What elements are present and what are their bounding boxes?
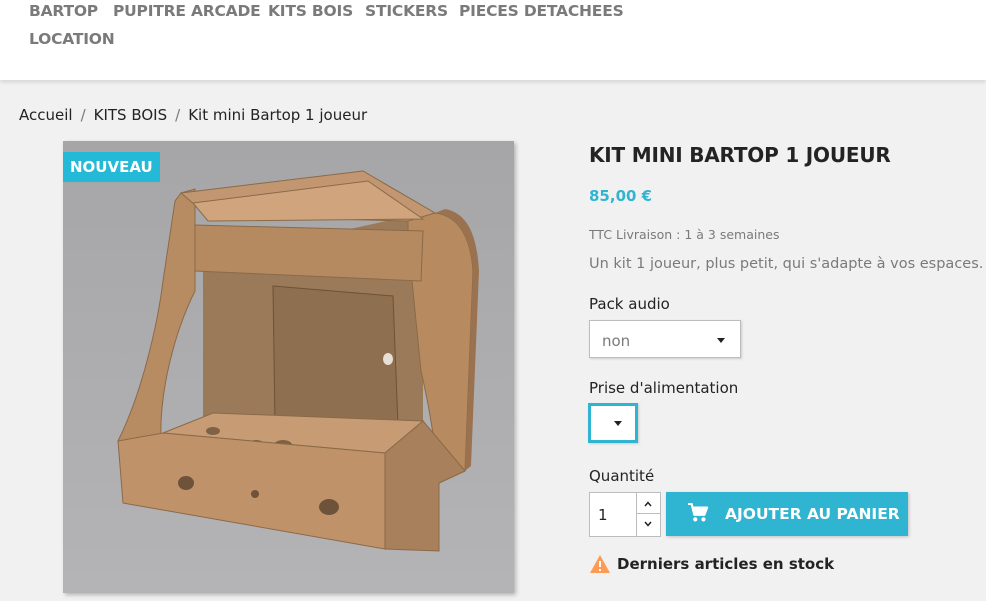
add-to-cart-label: AJOUTER AU PANIER <box>725 505 900 523</box>
product-summary: Un kit 1 joueur, plus petit, qui s'adapt… <box>589 256 984 272</box>
menu-item-stickers[interactable]: STICKERS <box>365 2 448 20</box>
menu-item-pieces-detachees[interactable]: PIECES DETACHEES <box>459 2 624 20</box>
breadcrumb: Accueil / KITS BOIS / Kit mini Bartop 1 joue… <box>19 106 367 124</box>
chevron-up-icon <box>644 501 652 507</box>
breadcrumb-current: Kit mini Bartop 1 joueur <box>188 106 368 124</box>
stock-message: Derniers articles en stock <box>617 555 835 573</box>
product-price: 85,00 € <box>589 187 653 205</box>
arcade-cabinet-kit-image <box>63 141 514 593</box>
power-plug-select[interactable] <box>588 403 638 443</box>
menu-item-bartop[interactable]: BARTOP <box>29 2 98 20</box>
menu-item-kits-bois[interactable]: KITS BOIS <box>268 2 353 20</box>
chevron-down-icon <box>644 521 652 527</box>
breadcrumb-category-link[interactable]: KITS BOIS <box>94 106 168 124</box>
quantity-input[interactable]: 1 <box>598 506 608 524</box>
tax-delivery-info: TTC Livraison : 1 à 3 semaines <box>589 227 780 242</box>
audio-pack-value: non <box>602 332 631 350</box>
power-plug-label: Prise d'alimentation <box>589 379 739 397</box>
breadcrumb-separator: / <box>80 106 86 124</box>
quantity-increase-button[interactable] <box>637 493 660 514</box>
warning-icon <box>590 555 610 573</box>
add-to-cart-button[interactable]: AJOUTER AU PANIER <box>666 492 908 536</box>
product-title: KIT MINI BARTOP 1 JOUEUR <box>589 143 891 167</box>
audio-pack-label: Pack audio <box>589 295 670 313</box>
product-image[interactable] <box>63 141 514 593</box>
new-badge: NOUVEAU <box>63 152 160 182</box>
quantity-decrease-button[interactable] <box>637 514 660 535</box>
audio-pack-select[interactable]: non <box>589 320 741 358</box>
quantity-stepper: 1 <box>589 492 661 537</box>
shopping-cart-icon <box>688 503 709 522</box>
breadcrumb-separator: / <box>175 106 181 124</box>
caret-down-icon <box>614 421 622 426</box>
breadcrumb-home-link[interactable]: Accueil <box>19 106 73 124</box>
quantity-label: Quantité <box>589 467 655 485</box>
caret-down-icon <box>717 338 725 343</box>
quantity-buttons <box>636 493 660 536</box>
menu-item-pupitre-arcade[interactable]: PUPITRE ARCADE <box>113 2 261 20</box>
menu-item-location[interactable]: LOCATION <box>29 30 115 48</box>
top-navigation: BARTOP PUPITRE ARCADE KITS BOIS STICKERS… <box>0 0 986 80</box>
